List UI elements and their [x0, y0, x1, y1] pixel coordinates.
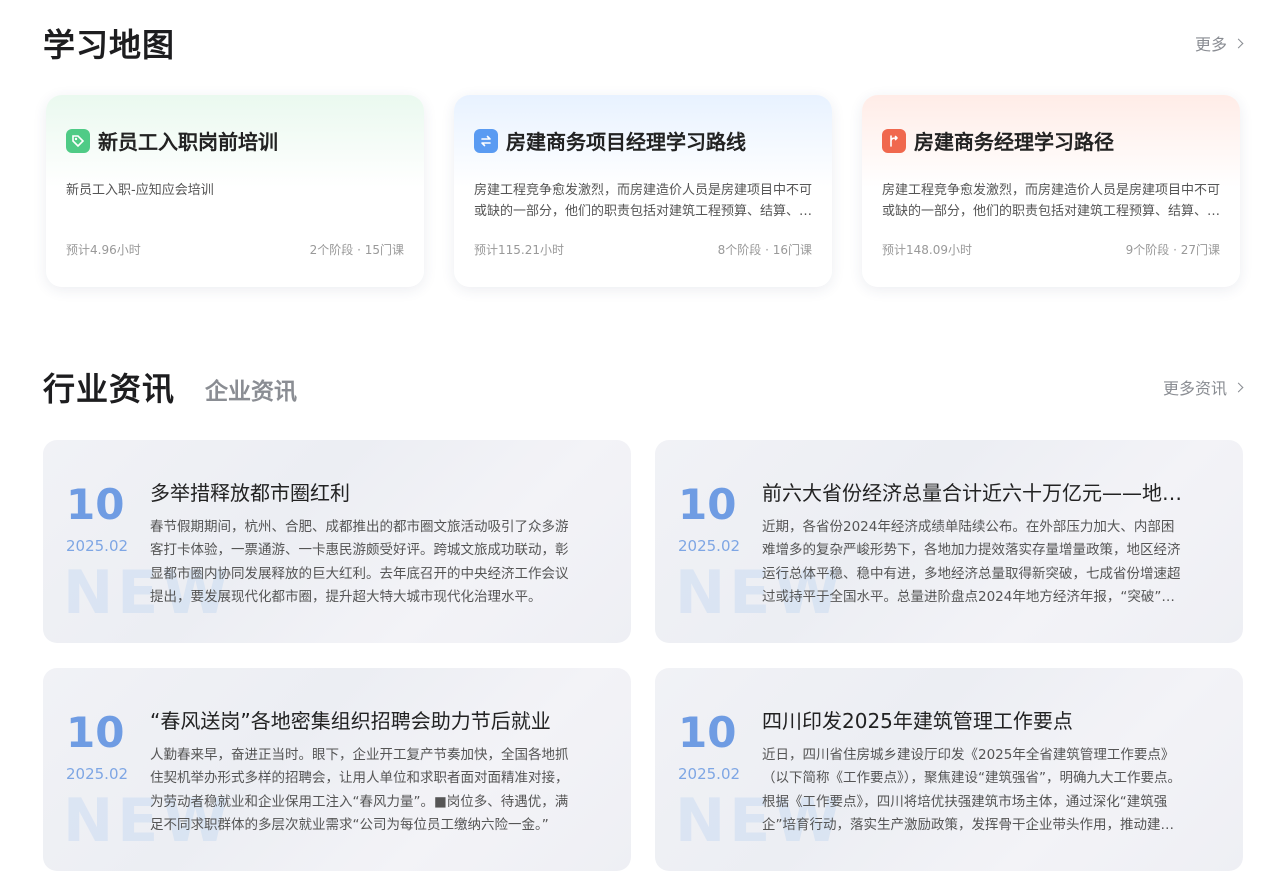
- learning-path-duration: 预计148.09小时: [882, 243, 972, 257]
- learning-path-description: 房建工程竞争愈发激烈，而房建造价人员是房建项目中不可或缺的一部分，他们的职责包括…: [882, 183, 1221, 219]
- news-card[interactable]: NEW 10 2025.02 多举措释放都市圈红利 春节假期期间，杭州、合肥、成…: [43, 440, 631, 643]
- news-date: 2025.02: [66, 537, 129, 555]
- news-card[interactable]: NEW 10 2025.02 四川印发2025年建筑管理工作要点 近日，四川省住…: [655, 668, 1243, 871]
- swap-icon: [474, 128, 498, 153]
- learning-path-title: 房建商务经理学习路径: [914, 130, 1114, 154]
- learning-path-duration: 预计4.96小时: [66, 243, 141, 257]
- learning-path-footer: 预计4.96小时 2个阶段 · 15门课: [66, 241, 404, 258]
- news-title: “春风送岗”各地密集组织招聘会助力节后就业: [150, 709, 551, 733]
- news-day: 10: [678, 480, 737, 529]
- learning-path-duration: 预计115.21小时: [474, 243, 564, 257]
- chevron-right-icon: [1233, 382, 1244, 392]
- news-card[interactable]: NEW 10 2025.02 “春风送岗”各地密集组织招聘会助力节后就业 人勤春…: [43, 668, 631, 871]
- news-title: 前六大省份经济总量合计近六十万亿元——地方经济年报观察: [762, 481, 1195, 505]
- tag-icon: [66, 128, 90, 153]
- news-summary: 近日，四川省住房城乡建设厅印发《2025年全省建筑管理工作要点》（以下简称《工作…: [762, 747, 1181, 833]
- tab-company-news[interactable]: 企业资讯: [205, 372, 297, 406]
- news-list: NEW 10 2025.02 多举措释放都市圈红利 春节假期期间，杭州、合肥、成…: [43, 440, 1243, 871]
- learning-path-card[interactable]: 新员工入职岗前培训 新员工入职-应知应会培训 预计4.96小时 2个阶段 · 1…: [46, 95, 424, 287]
- tab-industry-news[interactable]: 行业资讯: [43, 364, 175, 410]
- learning-path-description: 房建工程竞争愈发激烈，而房建造价人员是房建项目中不可或缺的一部分，他们的职责包括…: [474, 183, 813, 219]
- news-day: 10: [678, 708, 737, 757]
- more-label: 更多资讯: [1162, 379, 1227, 398]
- learning-path-card[interactable]: 房建商务经理学习路径 房建工程竞争愈发激烈，而房建造价人员是房建项目中不可或缺的…: [862, 95, 1240, 287]
- learning-path-meta: 9个阶段 · 27门课: [1125, 243, 1220, 257]
- news-day: 10: [66, 708, 125, 757]
- card-header: 房建商务项目经理学习路线: [474, 126, 746, 155]
- news-header: 行业资讯 企业资讯 更多资讯: [43, 364, 1244, 410]
- learning-path-footer: 预计148.09小时 9个阶段 · 27门课: [882, 241, 1220, 258]
- news-date: 2025.02: [66, 765, 129, 783]
- news-day: 10: [66, 480, 125, 529]
- learning-map-title: 学习地图: [43, 26, 176, 64]
- news-summary: 春节假期期间，杭州、合肥、成都推出的都市圈文旅活动吸引了众多游客打卡体验，一票通…: [150, 519, 569, 605]
- news-summary: 人勤春来早，奋进正当时。眼下，企业开工复产节奏加快，全国各地抓住契机举办形式多样…: [150, 747, 569, 833]
- news-title: 多举措释放都市圈红利: [150, 481, 350, 505]
- learning-path-description: 新员工入职-应知应会培训: [66, 183, 214, 198]
- news-summary: 近期，各省份2024年经济成绩单陆续公布。在外部压力加大、内部困难增多的复杂严峻…: [762, 519, 1181, 605]
- more-label: 更多: [1194, 35, 1227, 54]
- card-header: 新员工入职岗前培训: [66, 126, 278, 155]
- route-icon: [882, 128, 906, 153]
- learning-map-header: 学习地图 更多: [43, 20, 1244, 66]
- news-date: 2025.02: [678, 537, 741, 555]
- news-title: 四川印发2025年建筑管理工作要点: [762, 709, 1073, 733]
- learning-path-card[interactable]: 房建商务项目经理学习路线 房建工程竞争愈发激烈，而房建造价人员是房建项目中不可或…: [454, 95, 832, 287]
- news-more-link[interactable]: 更多资讯: [1162, 375, 1244, 399]
- learning-map-more-link[interactable]: 更多: [1194, 31, 1244, 55]
- learning-path-meta: 2个阶段 · 15门课: [309, 243, 404, 257]
- learning-path-footer: 预计115.21小时 8个阶段 · 16门课: [474, 241, 812, 258]
- learning-map-cards: 新员工入职岗前培训 新员工入职-应知应会培训 预计4.96小时 2个阶段 · 1…: [46, 95, 1240, 287]
- chevron-right-icon: [1233, 38, 1244, 48]
- news-date: 2025.02: [678, 765, 741, 783]
- learning-path-title: 房建商务项目经理学习路线: [506, 130, 746, 154]
- card-header: 房建商务经理学习路径: [882, 126, 1114, 155]
- learning-path-title: 新员工入职岗前培训: [98, 130, 278, 154]
- learning-path-meta: 8个阶段 · 16门课: [717, 243, 812, 257]
- news-card[interactable]: NEW 10 2025.02 前六大省份经济总量合计近六十万亿元——地方经济年报…: [655, 440, 1243, 643]
